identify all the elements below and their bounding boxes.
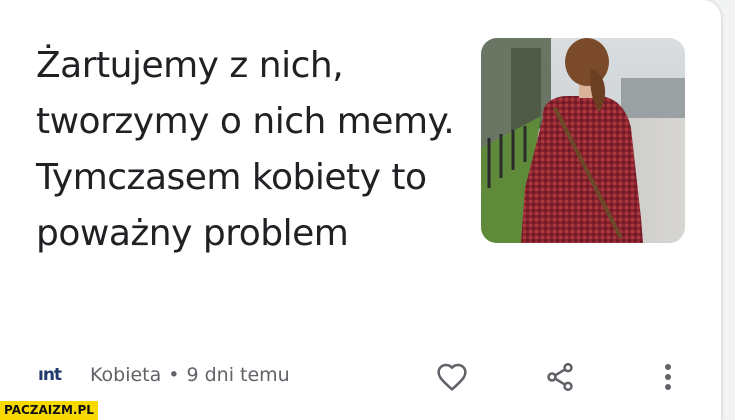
more-options-button[interactable] xyxy=(650,359,686,395)
article-thumbnail[interactable] xyxy=(481,38,685,243)
more-vert-icon xyxy=(665,364,671,390)
source-meta: Kobieta • 9 dni temu xyxy=(90,364,290,386)
like-button[interactable] xyxy=(434,359,470,395)
source-name[interactable]: Kobieta xyxy=(90,364,161,386)
site-watermark: PACZAIZM.PL xyxy=(0,401,98,420)
heart-outline-icon xyxy=(437,363,467,391)
woman-photo xyxy=(481,38,685,243)
article-headline[interactable]: Żartujemy z nich, tworzymy o nich memy. … xyxy=(36,38,456,262)
news-card[interactable]: Żartujemy z nich, tworzymy o nich memy. … xyxy=(0,0,721,420)
meta-separator: • xyxy=(168,364,180,386)
share-button[interactable] xyxy=(542,359,578,395)
source-logo[interactable]: ınt xyxy=(38,365,62,385)
publish-time: 9 dni temu xyxy=(186,364,290,386)
share-icon xyxy=(547,362,573,392)
card-footer: ınt Kobieta • 9 dni temu xyxy=(38,355,691,399)
